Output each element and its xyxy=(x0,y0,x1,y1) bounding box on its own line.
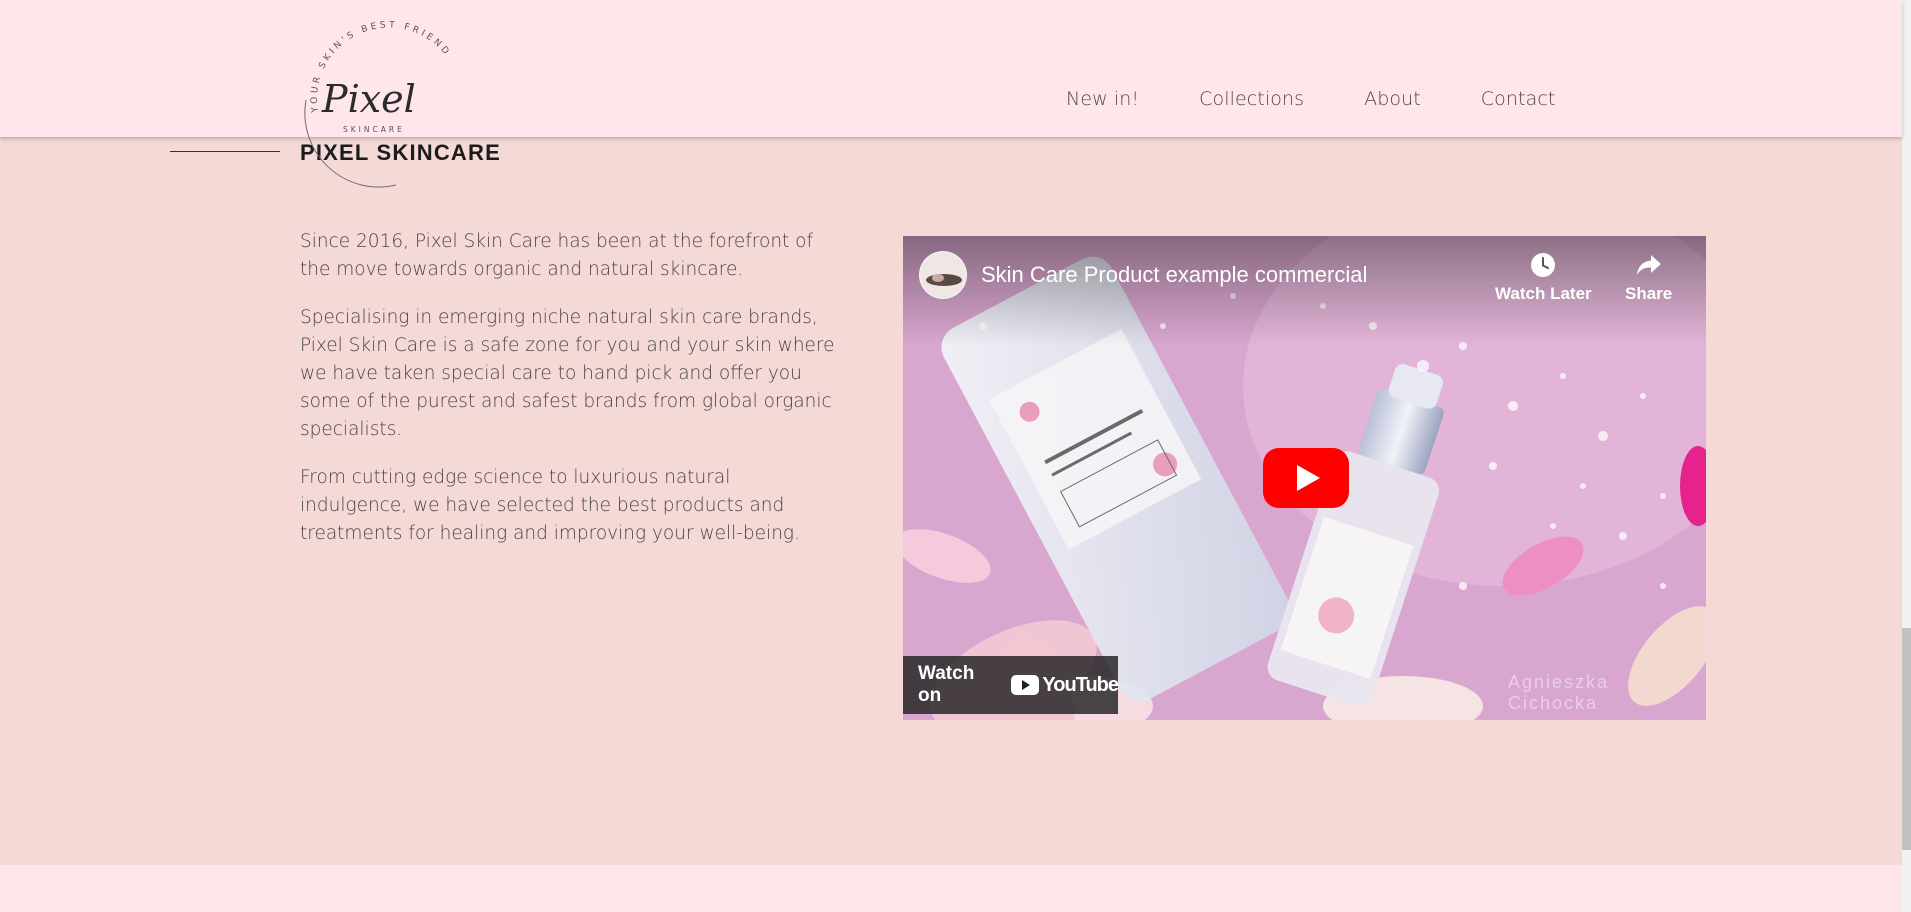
nav-link-contact[interactable]: Contact xyxy=(1481,88,1556,110)
watch-on-youtube-button[interactable]: Watch on YouTube xyxy=(903,656,1119,714)
nav-link-collections[interactable]: Collections xyxy=(1199,88,1304,110)
nav-link-new-in[interactable]: New in! xyxy=(1066,88,1139,110)
about-paragraph: Since 2016, Pixel Skin Care has been at … xyxy=(300,231,814,280)
about-paragraph: Specialising in emerging niche natural s… xyxy=(300,307,835,440)
brand-logo[interactable]: YOUR SKIN'S BEST FRIEND Pixel SKINCARE xyxy=(298,20,478,192)
footer-strip xyxy=(0,865,1902,912)
share-button[interactable]: Share xyxy=(1625,252,1672,304)
about-paragraph: From cutting edge science to luxurious n… xyxy=(300,467,800,544)
logo-subtitle: SKINCARE xyxy=(343,125,405,134)
video-watermark: Agnieszka Cichocka xyxy=(1508,672,1610,713)
youtube-play-icon xyxy=(1263,448,1349,508)
watch-on-label: Watch on xyxy=(918,663,975,706)
logo-script: Pixel xyxy=(321,77,416,121)
heading-rule xyxy=(170,151,280,152)
channel-avatar[interactable] xyxy=(919,251,967,299)
channel-avatar-image xyxy=(920,252,966,298)
play-button[interactable] xyxy=(1263,448,1349,508)
share-label: Share xyxy=(1625,284,1673,303)
video-embed[interactable]: Skin Care Product example commercial Wat… xyxy=(903,236,1706,720)
watch-later-label: Watch Later xyxy=(1495,284,1592,303)
youtube-wordmark: YouTube xyxy=(1042,673,1119,696)
about-text: Since 2016, Pixel Skin Care has been at … xyxy=(300,228,840,568)
nav-link-about[interactable]: About xyxy=(1364,88,1421,110)
main-nav: New in! Collections About Contact xyxy=(1066,88,1555,110)
clock-icon xyxy=(1531,253,1556,277)
logo-emblem: YOUR SKIN'S BEST FRIEND Pixel SKINCARE xyxy=(304,20,449,188)
scrollbar-thumb[interactable] xyxy=(1902,628,1911,850)
page-scrollbar[interactable] xyxy=(1902,0,1911,912)
watch-later-button[interactable]: Watch Later xyxy=(1495,252,1592,304)
site-header: New in! Collections About Contact xyxy=(0,0,1902,137)
video-title[interactable]: Skin Care Product example commercial xyxy=(981,262,1367,288)
share-arrow-icon xyxy=(1636,255,1661,275)
youtube-logo: YouTube xyxy=(1011,673,1119,697)
youtube-logo-icon xyxy=(1011,675,1040,695)
